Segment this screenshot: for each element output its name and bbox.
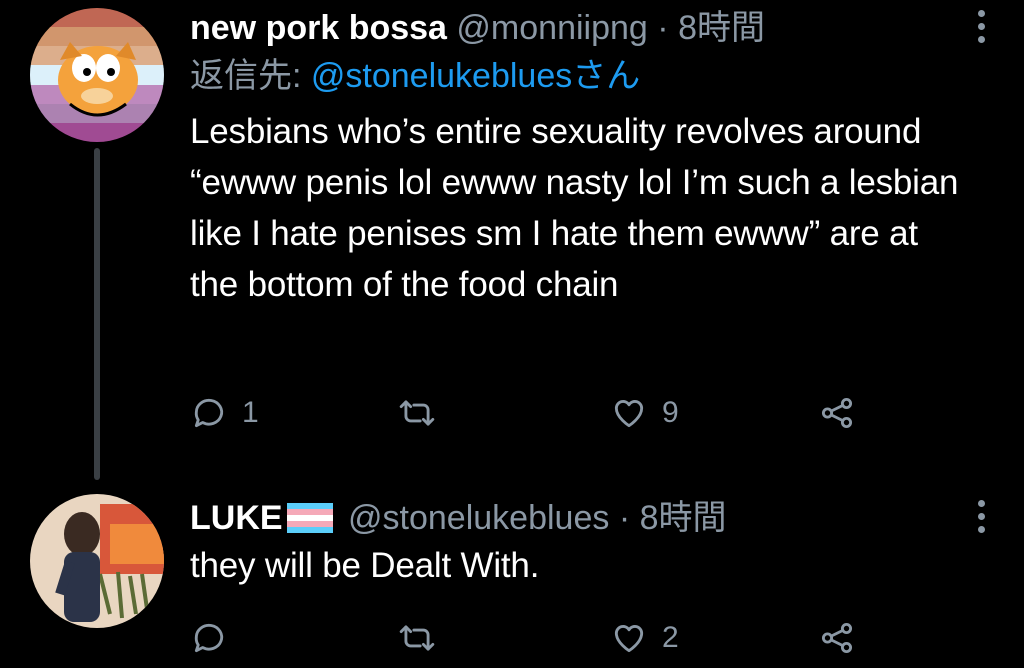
avatar[interactable] xyxy=(30,8,164,142)
like-count: 2 xyxy=(662,621,679,654)
separator-dot: · xyxy=(657,9,669,47)
reply-icon xyxy=(194,623,224,653)
separator-dot: · xyxy=(618,499,631,537)
share-button[interactable] xyxy=(818,393,856,433)
replying-to-label: 返信先: xyxy=(190,57,311,95)
reply-count: 1 xyxy=(242,396,259,429)
tweet-text: they will be Dealt With. xyxy=(190,546,540,585)
retweet-icon xyxy=(399,400,435,426)
like-icon xyxy=(614,625,644,653)
like-icon xyxy=(614,400,644,428)
user-handle[interactable]: @stonelukeblues xyxy=(348,499,609,537)
reply-button[interactable] xyxy=(190,618,242,658)
retweet-button[interactable] xyxy=(398,393,450,433)
trans-flag-icon xyxy=(286,503,333,533)
reply-button[interactable]: 1 xyxy=(190,393,259,433)
retweet-button[interactable] xyxy=(398,618,450,658)
thread-line xyxy=(94,148,100,480)
share-button[interactable] xyxy=(818,618,856,658)
tweet-text: Lesbians who’s entire sexuality revolves… xyxy=(190,112,959,304)
display-name[interactable]: LUKE xyxy=(190,499,283,537)
like-button[interactable]: 2 xyxy=(610,618,679,658)
retweet-icon xyxy=(399,625,435,651)
tweet-header: new pork bossa @monniipng · 8時間 xyxy=(190,6,964,50)
more-icon[interactable] xyxy=(976,500,986,539)
share-icon xyxy=(821,397,853,429)
tweet-actions: 1 9 xyxy=(190,393,870,433)
timestamp[interactable]: 8時間 xyxy=(678,9,765,47)
tweet-content: new pork bossa @monniipng · 8時間 返信先: @st… xyxy=(190,6,964,310)
share-icon xyxy=(821,622,853,654)
like-count: 9 xyxy=(662,396,679,429)
replying-to: 返信先: @stonelukebluesさん xyxy=(190,54,964,98)
reply-icon xyxy=(194,398,224,428)
user-handle[interactable]: @monniipng xyxy=(456,9,647,47)
timestamp[interactable]: 8時間 xyxy=(640,499,727,537)
tweet-actions: 2 xyxy=(190,618,870,658)
like-button[interactable]: 9 xyxy=(610,393,679,433)
replying-to-mention[interactable]: @stonelukebluesさん xyxy=(311,57,640,95)
tweet-header: LUKE @stonelukeblues · 8時間 xyxy=(190,496,964,540)
display-name[interactable]: new pork bossa xyxy=(190,9,447,47)
tweet-content: LUKE @stonelukeblues · 8時間 they will be … xyxy=(190,496,964,591)
tweet[interactable]: new pork bossa @monniipng · 8時間 返信先: @st… xyxy=(0,0,1024,480)
more-icon[interactable] xyxy=(976,10,986,49)
tweet[interactable]: LUKE @stonelukeblues · 8時間 they will be … xyxy=(0,470,1024,668)
avatar[interactable] xyxy=(30,494,164,628)
